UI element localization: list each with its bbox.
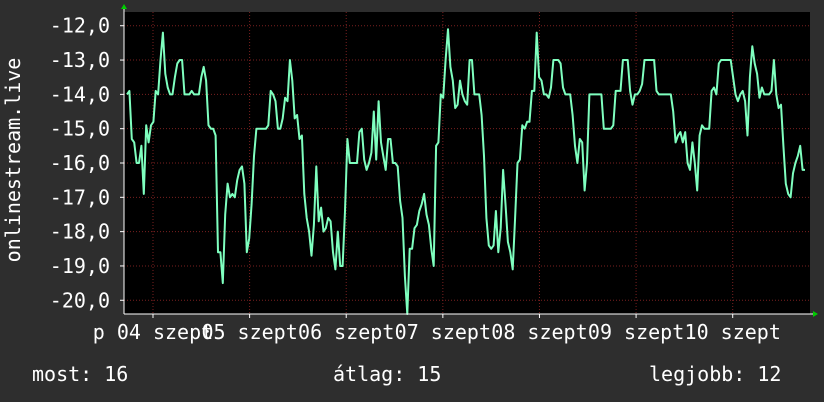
y-tick-label: -19,0 — [50, 254, 110, 278]
x-tick-label: 10 szept — [685, 320, 781, 344]
x-tick-label: 05 szept — [201, 320, 297, 344]
x-tick-label: 08 szept — [491, 320, 587, 344]
y-tick-label: -17,0 — [50, 185, 110, 209]
y-tick-label: -13,0 — [50, 48, 110, 72]
y-tick-label: -16,0 — [50, 151, 110, 175]
y-axis-arrow — [121, 4, 127, 9]
y-tick-label: -18,0 — [50, 220, 110, 244]
stat-current: most: 16 — [32, 362, 129, 386]
stat-best: legjobb: 12 — [649, 362, 782, 386]
x-tick-label: p 04 szept — [93, 320, 213, 344]
line-chart: -12,0 -13,0 -14,0 -15,0 -16,0 -17,0 -18,0 -19,0… — [1, 4, 818, 344]
y-axis-label: onlinestream.live — [1, 58, 25, 263]
y-tick-label: -12,0 — [50, 14, 110, 38]
x-tick-label: 09 szept — [588, 320, 684, 344]
stat-average: átlag: 15 — [333, 362, 442, 386]
y-tick-label: -15,0 — [50, 117, 110, 141]
x-tick-label: 07 szept — [395, 320, 491, 344]
x-tick-label: 06 szept — [298, 320, 394, 344]
y-tick-label: -14,0 — [50, 82, 110, 106]
x-axis-arrow — [813, 311, 818, 317]
y-tick-label: -20,0 — [50, 288, 110, 312]
